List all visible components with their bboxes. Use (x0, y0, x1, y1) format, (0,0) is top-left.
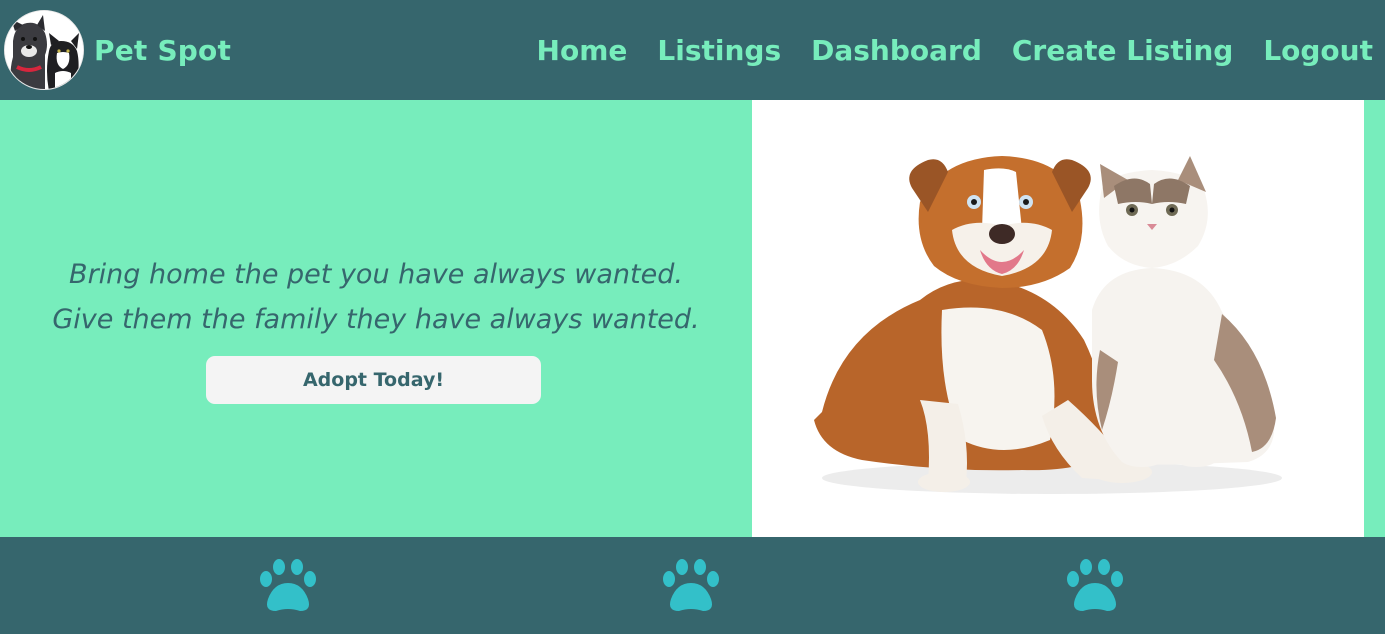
tagline-line-1: Bring home the pet you have always wante… (69, 259, 683, 290)
nav-link-create-listing[interactable]: Create Listing (1012, 34, 1233, 67)
navbar: Pet Spot Home Listings Dashboard Create … (0, 0, 1385, 100)
dog-and-cat-photo (752, 100, 1364, 537)
tagline-line-2: Give them the family they have always wa… (52, 304, 700, 335)
hero-edge-strip (1364, 100, 1385, 537)
brand-link[interactable]: Pet Spot (4, 10, 231, 90)
hero-tagline: Bring home the pet you have always wante… (0, 252, 752, 342)
brand-name: Pet Spot (94, 33, 232, 67)
paw-icon (260, 559, 316, 611)
footer (0, 537, 1385, 634)
adopt-today-button[interactable]: Adopt Today! (206, 356, 541, 404)
nav-link-dashboard[interactable]: Dashboard (811, 34, 982, 67)
paw-icon (1067, 559, 1123, 611)
nav-link-home[interactable]: Home (537, 34, 628, 67)
nav-link-listings[interactable]: Listings (657, 34, 781, 67)
hero-image (752, 100, 1364, 537)
nav-link-logout[interactable]: Logout (1263, 34, 1373, 67)
paw-icon (663, 559, 719, 611)
logo-image (4, 10, 84, 90)
dog-cat-logo-icon (5, 11, 83, 89)
hero-text-panel: Bring home the pet you have always wante… (0, 100, 752, 537)
nav-links: Home Listings Dashboard Create Listing L… (507, 34, 1373, 67)
